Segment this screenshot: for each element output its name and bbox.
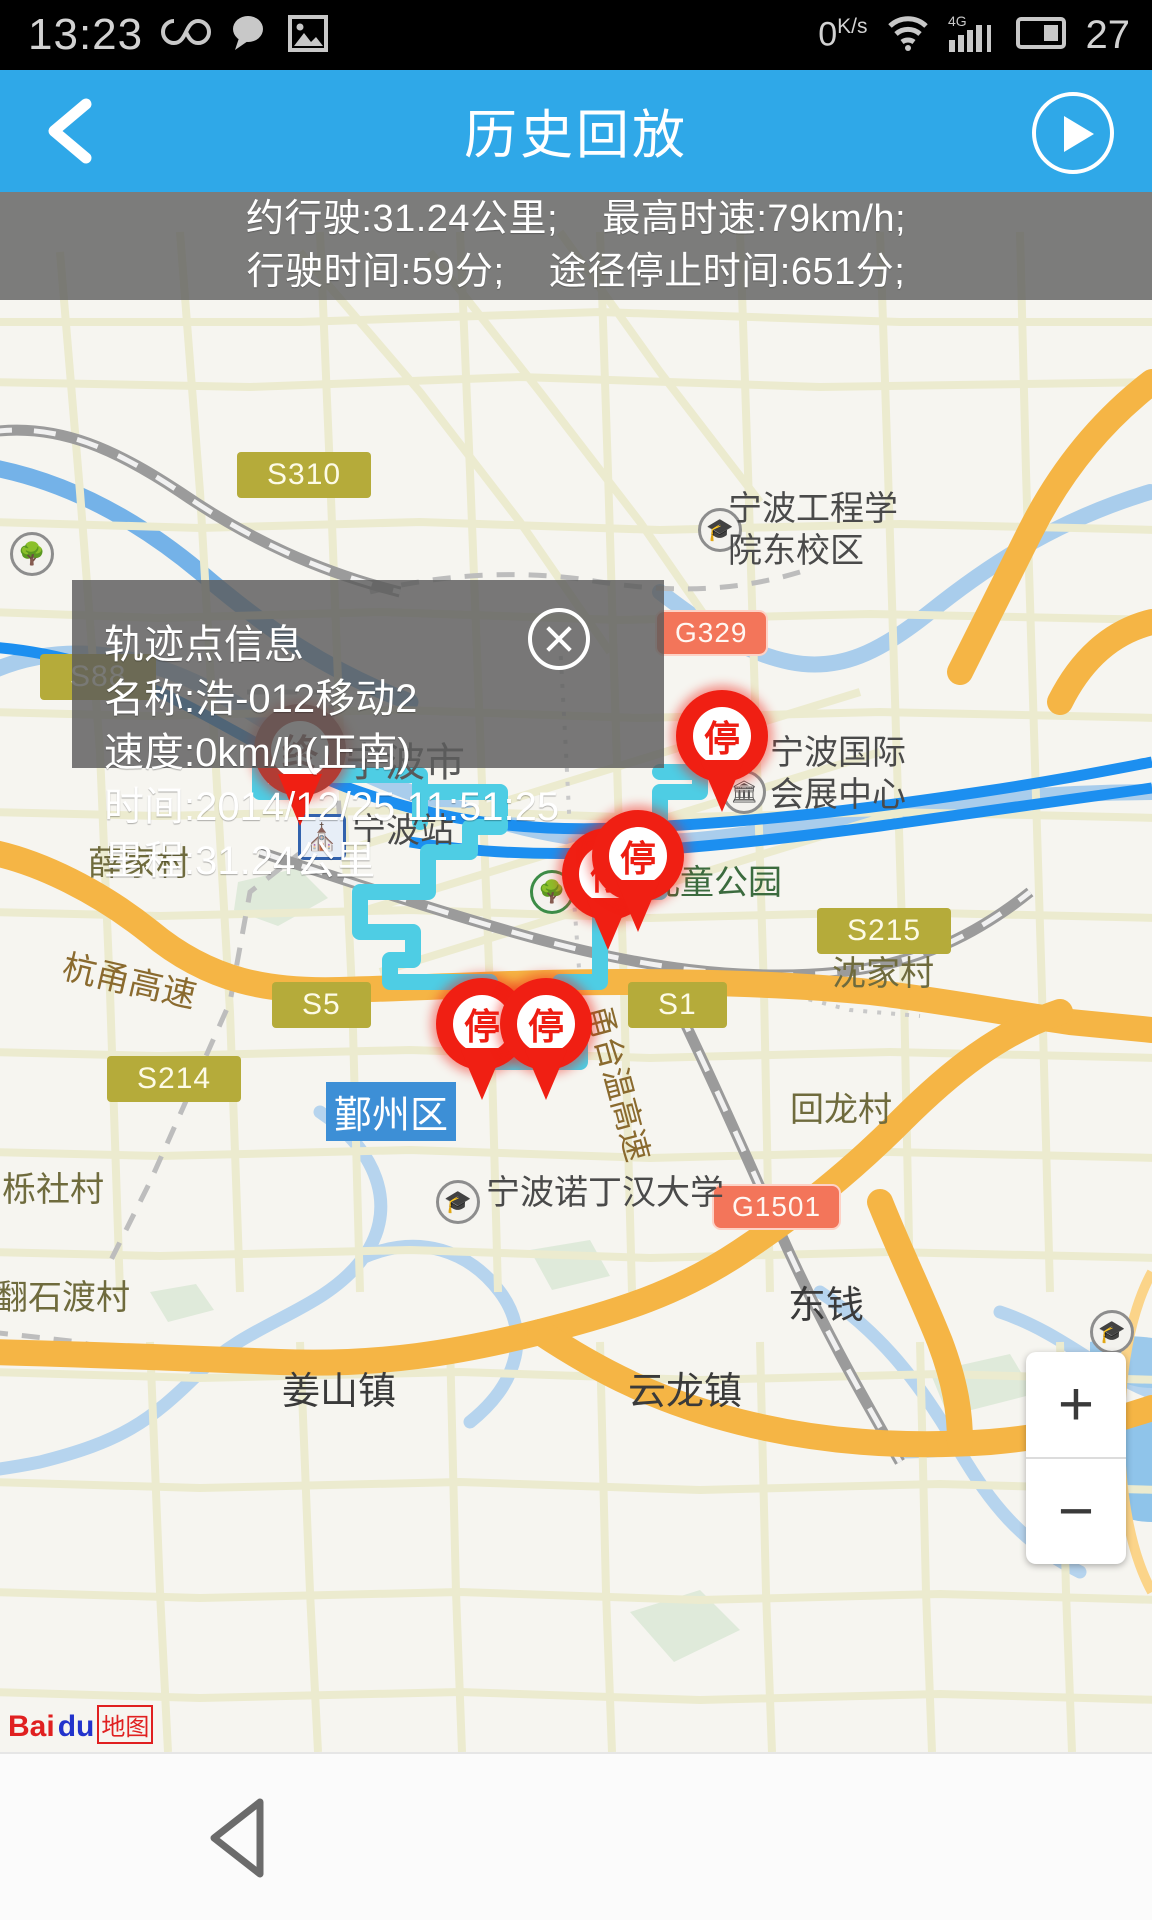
play-circle-icon[interactable] xyxy=(1032,92,1114,174)
road-shield: G329 xyxy=(655,610,768,656)
status-bar-left: 13:23 xyxy=(0,10,329,60)
popup-name: 名称:浩-012移动2 xyxy=(104,677,418,721)
battery-icon xyxy=(1015,15,1070,56)
popup-speed: 速度:0km/h(正南) xyxy=(104,731,411,775)
stop-marker[interactable]: 停 xyxy=(676,690,768,812)
popup-time: 时间:2014/12/25 11:51:25 xyxy=(104,785,560,829)
zoom-controls: + − xyxy=(1026,1352,1126,1564)
baidu-map-logo: Bai du 地图 xyxy=(8,1705,154,1744)
road-shield: G1501 xyxy=(712,1184,842,1230)
university-poi-icon: 🎓 xyxy=(436,1180,480,1224)
app-screen: 13:23 0K/s 4G 27 历史回放 S310 G329 S215 S5 … xyxy=(0,0,1152,1920)
trip-summary-bar: 约行驶:31.24公里; 最高时速:79km/h; 行驶时间:59分; 途径停止… xyxy=(0,192,1152,300)
wifi-icon xyxy=(884,13,932,58)
road-shield: S214 xyxy=(107,1056,242,1102)
park-poi-icon: 🌳 xyxy=(10,532,54,576)
stop-marker[interactable]: 停 xyxy=(500,978,592,1100)
road-shield: S1 xyxy=(628,982,727,1028)
title-bar: 历史回放 xyxy=(0,70,1152,192)
road-shield: S5 xyxy=(272,982,371,1028)
svg-text:4G: 4G xyxy=(948,13,967,29)
status-bar: 13:23 0K/s 4G 27 xyxy=(0,0,1152,70)
zoom-out-button[interactable]: − xyxy=(1026,1459,1126,1564)
image-icon xyxy=(287,12,329,59)
status-bar-right: 0K/s 4G 27 xyxy=(818,0,1130,70)
signal-icon: 4G xyxy=(948,12,1000,59)
battery-percent: 27 xyxy=(1085,12,1131,57)
data-rate: 0K/s xyxy=(818,15,868,54)
clock: 13:23 xyxy=(28,10,144,59)
map-base-layer xyxy=(0,192,1152,1752)
triangle-back-icon[interactable] xyxy=(200,1796,280,1880)
trip-summary-line-2: 行驶时间:59分; 途径停止时间:651分; xyxy=(246,251,906,293)
trip-summary-line-1: 约行驶:31.24公里; 最高时速:79km/h; xyxy=(245,198,907,240)
popup-mileage: 里程:31.24公里 xyxy=(104,839,376,883)
road-shield: S215 xyxy=(817,908,952,954)
map-canvas[interactable]: S310 G329 S88 S215 S5 S1 S214 G1501 🎓 🏛 … xyxy=(0,192,1152,1752)
close-icon[interactable] xyxy=(528,608,590,670)
road-shield: S310 xyxy=(237,452,372,498)
school-poi-icon: 🎓 xyxy=(698,508,742,552)
chat-bubble-icon xyxy=(229,13,269,58)
page-title: 历史回放 xyxy=(464,106,688,165)
system-nav-bar xyxy=(0,1752,1152,1920)
zoom-in-button[interactable]: + xyxy=(1026,1352,1126,1459)
school-poi-icon: 🎓 xyxy=(1090,1310,1134,1354)
infinity-icon xyxy=(161,16,212,55)
